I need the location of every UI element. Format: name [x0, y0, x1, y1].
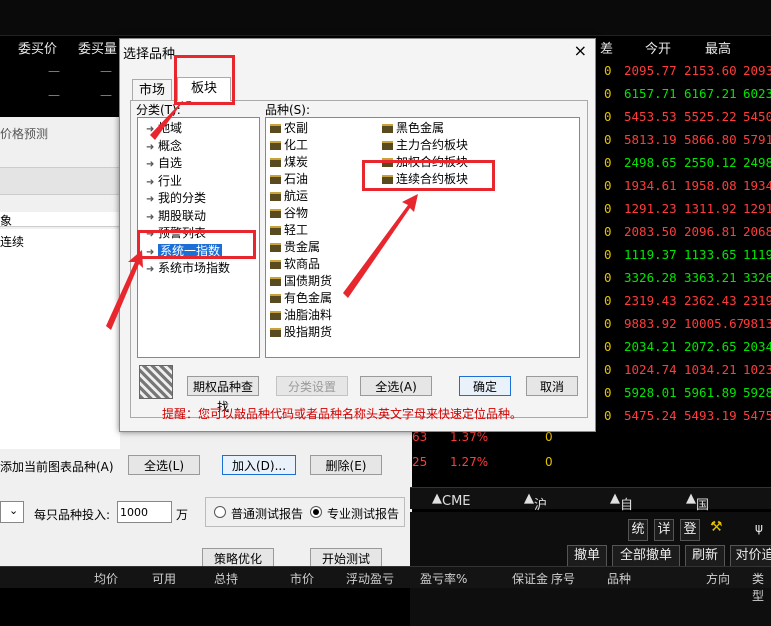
tab-sector[interactable]: 板块 — [177, 77, 231, 101]
arrow-to-variety — [343, 194, 418, 298]
annotation-arrows — [106, 88, 418, 330]
arrow-to-category — [106, 250, 143, 330]
